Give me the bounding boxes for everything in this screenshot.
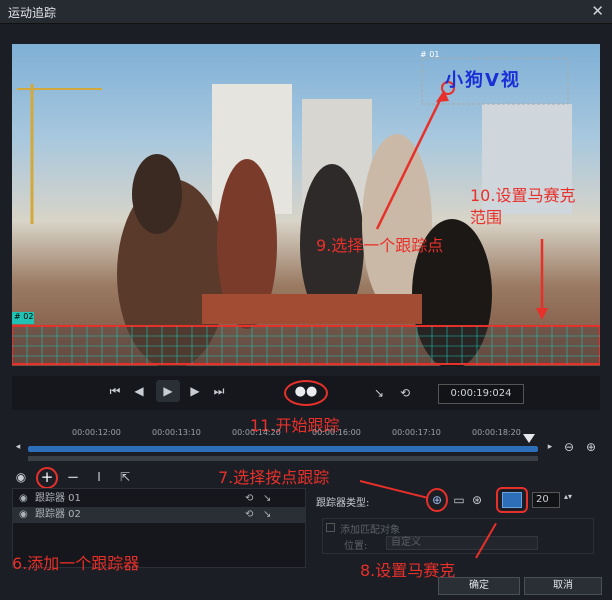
previous-frame-icon[interactable]: ◀	[132, 384, 146, 398]
position-select[interactable]: 自定义	[386, 536, 538, 550]
play-button[interactable]: ▶	[156, 380, 180, 402]
next-frame-icon[interactable]: ▶	[188, 384, 202, 398]
tracker-label: 跟踪器 02	[35, 509, 81, 520]
tracker-type-label: 跟踪器类型:	[316, 498, 370, 509]
add-match-checkbox[interactable]	[326, 523, 335, 532]
cancel-button[interactable]: 取消	[524, 577, 602, 595]
annotation-10-line2: 范围	[470, 208, 503, 227]
timeline-tick: 00:00:18:20	[472, 428, 521, 437]
zoom-out-icon[interactable]: ⊖	[562, 440, 576, 454]
timeline-tick: 00:00:16:00	[312, 428, 361, 437]
timecode-display[interactable]: 0:00:19:024	[438, 384, 524, 404]
tracker-history-icon[interactable]: ⟲	[245, 507, 253, 523]
add-match-label: 添加匹配对象	[340, 525, 400, 536]
tracker-tag-01: # 01	[420, 50, 440, 59]
tracker-phone-icon[interactable]: ↘	[263, 507, 271, 523]
person	[132, 154, 182, 234]
tracker-phone-icon[interactable]: ↘	[263, 491, 271, 507]
timeline-tick: 00:00:12:00	[72, 428, 121, 437]
annotation-9: 9.选择一个跟踪点	[316, 236, 444, 255]
rename-icon[interactable]: I	[92, 470, 106, 484]
mosaic-region	[12, 325, 600, 365]
annotation-7: 7.选择按点跟踪	[218, 468, 330, 487]
point-track-icon[interactable]: ⊕	[430, 493, 444, 507]
watermark-logo: 小狗V视	[445, 70, 521, 91]
history-icon[interactable]: ⟲	[398, 386, 412, 400]
annotation-6: 6.添加一个跟踪器	[12, 554, 140, 573]
tracker-eye-icon[interactable]: ◉	[19, 507, 28, 523]
timeline-tick: 00:00:17:10	[392, 428, 441, 437]
scroll-right-icon[interactable]: ▸	[544, 442, 556, 452]
table	[202, 294, 422, 324]
close-icon[interactable]: ✕	[591, 2, 604, 20]
timeline-scrollbar[interactable]	[28, 456, 538, 461]
timeline-tick: 00:00:14:20	[232, 428, 281, 437]
playhead-icon[interactable]	[523, 434, 535, 443]
zoom-in-icon[interactable]: ⊕	[584, 440, 598, 454]
timeline-tick: 00:00:13:10	[152, 428, 201, 437]
add-tracker-button[interactable]: +	[40, 468, 54, 486]
area-track-icon[interactable]: ▭	[452, 493, 466, 507]
mosaic-size-spinner-icon[interactable]: ▴▾	[562, 492, 574, 501]
tracker-label: 跟踪器 01	[35, 493, 81, 504]
scroll-left-icon[interactable]: ◂	[12, 442, 24, 452]
tracker-eye-icon[interactable]: ◉	[19, 491, 28, 507]
ok-button[interactable]: 确定	[438, 577, 520, 595]
tracker-history-icon[interactable]: ⟲	[245, 491, 253, 507]
tracker-visibility-icon[interactable]: ◉	[14, 470, 28, 484]
timeline-scrubber[interactable]	[28, 446, 538, 452]
mosaic-icon[interactable]	[502, 492, 522, 508]
annotation-10-line1: 10.设置马赛克	[470, 186, 576, 205]
go-to-end-icon[interactable]: ⏭	[212, 384, 226, 399]
phone-track-icon[interactable]: ↘	[372, 386, 386, 400]
multipoint-track-icon[interactable]: ⊛	[470, 493, 484, 507]
export-icon[interactable]: ⇱	[118, 470, 132, 484]
go-to-start-icon[interactable]: ⏮	[108, 384, 122, 399]
position-label: 位置:	[344, 541, 368, 552]
title-bar	[0, 0, 612, 24]
remove-tracker-button[interactable]: −	[66, 468, 80, 486]
mosaic-size-input[interactable]: 20	[532, 492, 560, 508]
tracker-row[interactable]: ◉ 跟踪器 02 ⟲ ↘	[13, 507, 305, 523]
start-tracking-button[interactable]: ●●	[294, 384, 318, 399]
annotation-arrowhead-10	[536, 308, 548, 320]
tracker-row[interactable]: ◉ 跟踪器 01 ⟲ ↘	[13, 491, 305, 507]
tracker-tag-02: # 02	[12, 312, 34, 324]
window-title: 运动追踪	[8, 6, 57, 20]
